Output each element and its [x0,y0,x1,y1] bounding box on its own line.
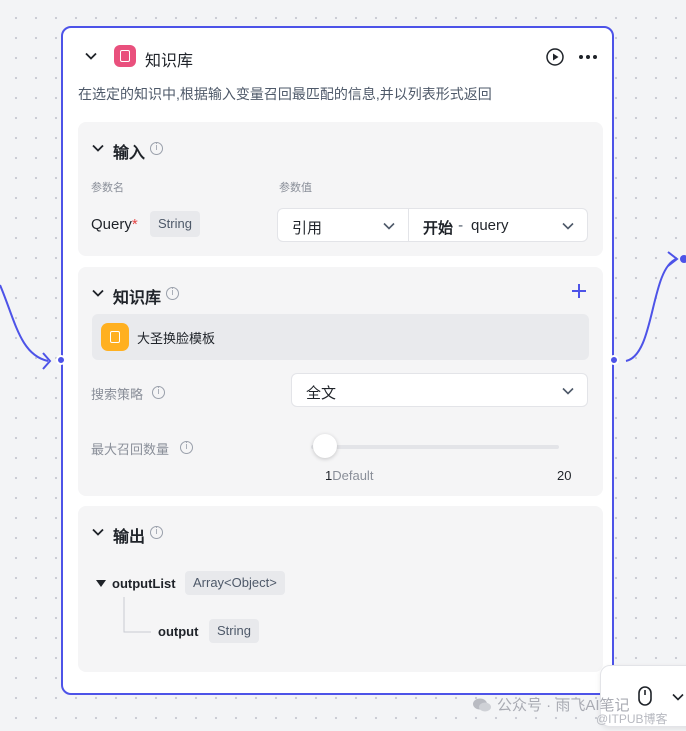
watermark-sub-text: @ITPUB博客 [596,712,668,726]
knowledge-base-icon [114,45,136,67]
collapse-chevron-icon[interactable] [84,49,98,63]
node-header: 知识库 [63,28,612,84]
input-section: 输入 i 参数名 参数值 Query* String 引用 开始 - query [78,122,603,256]
chevron-down-icon [383,222,395,230]
param-name-header: 参数名 [91,182,124,194]
node-description: 在选定的知识中,根据输入变量召回最匹配的信息,并以列表形式返回 [78,86,492,102]
input-port[interactable] [56,355,66,365]
strategy-value: 全文 [306,385,337,402]
output-section: 输出 i outputList Array<Object> output Str… [78,506,603,672]
max-recall-slider-knob[interactable] [313,434,337,458]
knowledge-node[interactable]: 知识库 在选定的知识中,根据输入变量召回最匹配的信息,并以列表形式返回 输入 i… [56,26,619,695]
info-icon[interactable]: i [166,287,179,300]
incoming-edge [0,284,49,362]
node-title: 知识库 [145,53,194,70]
chevron-down-icon [562,387,574,395]
max-recall-label: 最大召回数量 [91,442,170,457]
param-name: Query* [91,216,138,233]
ref-mode-value: 引用 [292,220,323,237]
info-icon[interactable]: i [152,386,165,399]
tree-connector [123,597,151,633]
ref-mode-select[interactable]: 引用 [277,208,409,242]
chevron-down-icon [562,222,574,230]
strategy-label: 搜索策略 [91,387,144,402]
param-name-text: Query [91,216,132,233]
ref-value-source: 开始 [423,220,454,237]
outgoing-edge-arrow [667,251,679,267]
knowledge-item-icon [101,323,129,351]
strategy-select[interactable]: 全文 [291,373,588,407]
input-section-title: 输入 [113,145,146,162]
output-list-type: Array<Object> [185,571,285,595]
output-list-name: outputList [112,576,176,591]
output-section-title: 输出 [113,529,146,546]
output-collapse-chevron-icon[interactable] [91,525,105,539]
next-node-port [680,255,686,263]
more-dots-icon[interactable] [578,54,598,60]
output-child-type: String [209,619,259,643]
info-icon[interactable]: i [180,441,193,454]
slider-max-label: 20 [557,468,572,483]
output-port[interactable] [609,355,619,365]
plus-icon[interactable] [571,283,587,299]
knowledge-section: 知识库 i 大圣换脸模板 搜索策略 i 全文 最大召回数量 i 1Default… [78,267,603,496]
wechat-icon [473,698,491,712]
required-mark: * [131,216,138,233]
mouse-icon[interactable] [638,686,652,706]
play-circle-icon[interactable] [545,47,565,67]
ref-value-field: query [471,217,509,234]
output-child-name: output [158,624,199,639]
input-collapse-chevron-icon[interactable] [91,141,105,155]
info-icon[interactable]: i [150,142,163,155]
slider-min-label: 1Default [325,468,373,483]
chevron-down-icon[interactable] [671,690,685,704]
param-value-header: 参数值 [279,182,312,194]
ref-value-sep: - [454,217,468,234]
max-recall-slider-track[interactable] [311,444,559,450]
slider-default-label: Default [332,468,374,483]
knowledge-collapse-chevron-icon[interactable] [91,286,105,300]
knowledge-item-name: 大圣换脸模板 [137,331,216,346]
knowledge-section-title: 知识库 [113,290,162,307]
outgoing-edge [625,258,677,362]
caret-down-icon[interactable] [95,579,107,589]
info-icon[interactable]: i [150,526,163,539]
ref-value-select[interactable]: 开始 - query [408,208,588,242]
param-type-tag: String [150,211,200,237]
knowledge-item[interactable]: 大圣换脸模板 [92,314,589,360]
